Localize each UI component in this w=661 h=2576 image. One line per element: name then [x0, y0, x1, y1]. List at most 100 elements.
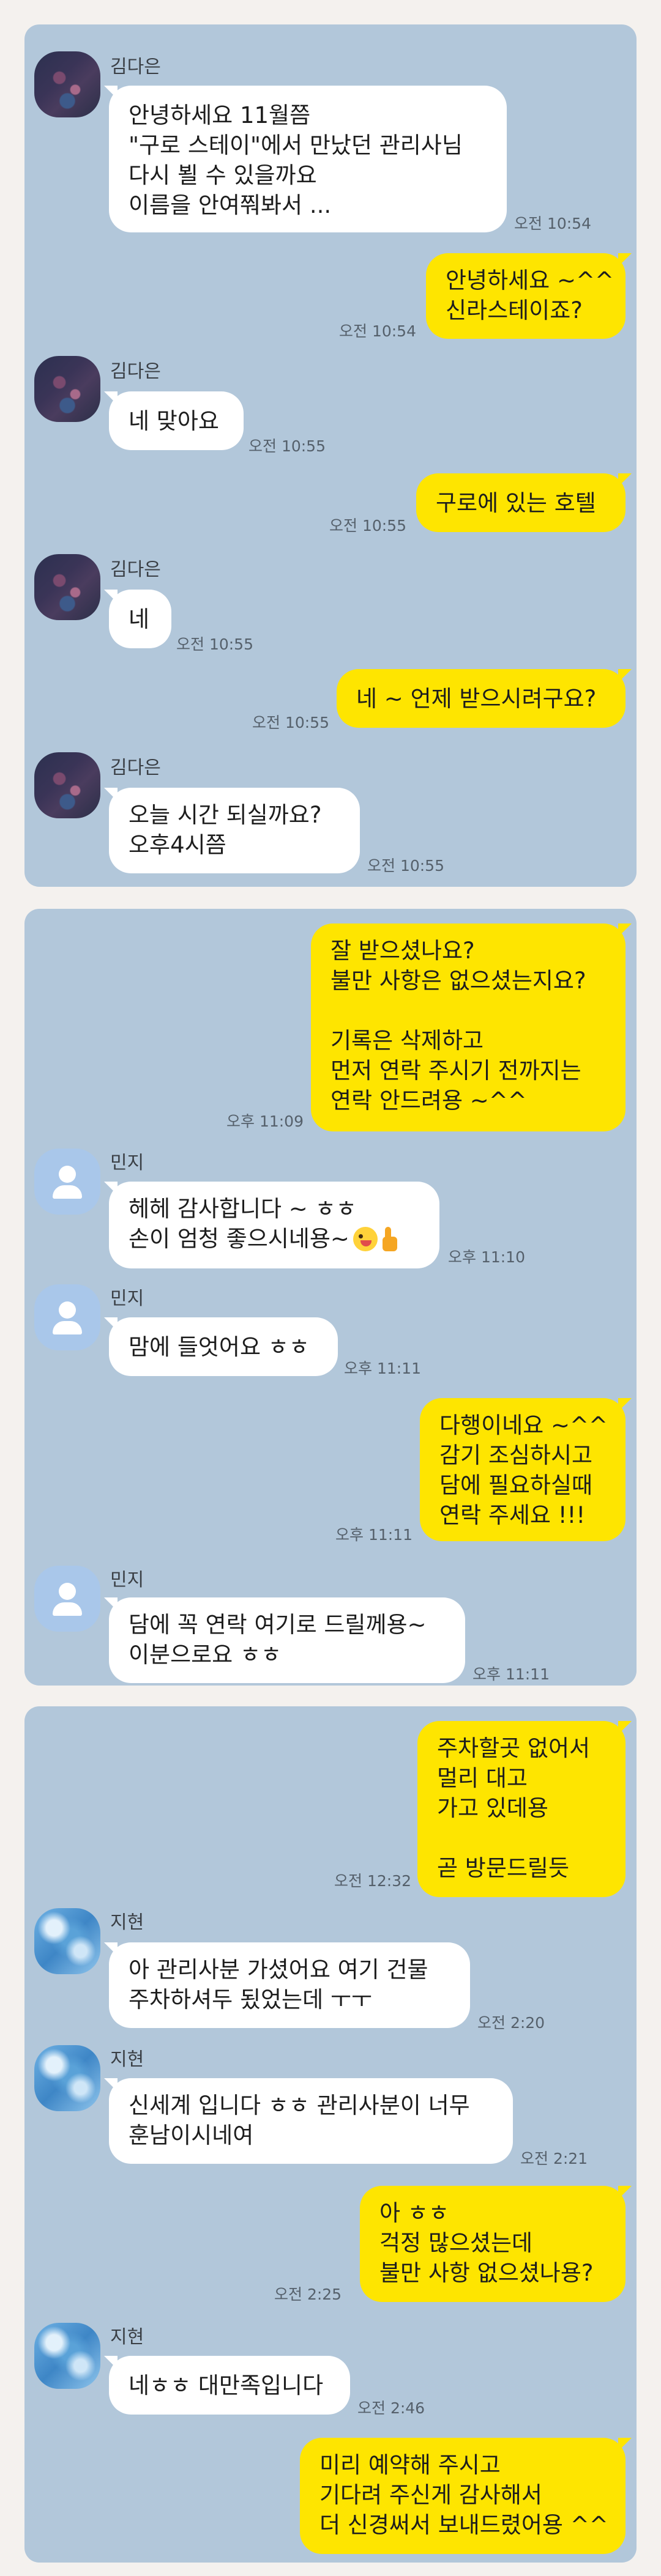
chat-screenshot-1: 김다은 안녕하세요 11월쯤 "구로 스테이"에서 만났던 관리사님 다시 뵐 … [24, 24, 637, 887]
default-person-icon[interactable] [34, 1284, 100, 1350]
message-line: 안녕하세요 11월쯤 [129, 102, 311, 128]
bubble-tail [618, 253, 632, 267]
bubble-tail [618, 2186, 632, 2199]
sender-name: 민지 [110, 1569, 144, 1591]
sender-name: 지현 [110, 2326, 144, 2348]
message-line: 이분으로요 ㅎㅎ [129, 1641, 282, 1668]
default-person-icon[interactable] [34, 1566, 100, 1632]
sender-name: 민지 [110, 1288, 144, 1309]
message-bubble-outgoing[interactable]: 구로에 있는 호텔 [416, 473, 626, 532]
sender-name: 김다은 [110, 56, 161, 78]
message-bubble-incoming[interactable]: 네 [109, 590, 171, 648]
message-bubble-outgoing[interactable]: 다행이네요 ~^^ 감기 조심하시고 담에 필요하실때 연락 주세요 !!! [420, 1398, 626, 1541]
message-line: 아 ㅎㅎ [379, 2200, 449, 2226]
message-line: 다행이네요 ~^^ [439, 1412, 608, 1438]
message-line: 기록은 삭제하고 [330, 1027, 484, 1054]
sender-avatar[interactable] [34, 1908, 100, 1974]
message-time: 오전 10:55 [329, 517, 406, 535]
message-bubble-incoming[interactable]: 아 관리사분 가셨어요 여기 건물 주차하셔두 됬었는데 ㅜㅜ [109, 1942, 470, 2028]
sender-name: 김다은 [110, 757, 161, 779]
message-line: 이름을 안여쭤봐서 ... [129, 192, 332, 218]
message-line: 담에 필요하실때 [439, 1472, 593, 1498]
message-time: 오후 11:11 [472, 1665, 550, 1683]
message-line: 곧 방문드릴듯 [437, 1855, 570, 1881]
message-bubble-incoming[interactable]: 담에 꼭 연락 여기로 드릴께용~ 이분으로요 ㅎㅎ [109, 1597, 465, 1683]
message-line: 더 신경써서 보내드렸어용 ^^ [319, 2512, 608, 2538]
chat-screenshot-3: 주차할곳 없어서 멀리 대고 가고 있데용 곧 방문드릴듯 오전 12:32 지… [24, 1706, 637, 2563]
message-line: 헤헤 감사합니다 ~ ㅎㅎ [129, 1196, 357, 1222]
message-bubble-incoming[interactable]: 오늘 시간 되실까요? 오후4시쯤 [109, 788, 360, 873]
message-line [437, 1823, 590, 1853]
default-person-icon[interactable] [34, 1149, 100, 1215]
message-bubble-outgoing[interactable]: 주차할곳 없어서 멀리 대고 가고 있데용 곧 방문드릴듯 [417, 1721, 626, 1897]
message-time: 오후 11:09 [226, 1112, 304, 1130]
message-line: 네ㅎㅎ 대만족입니다 [129, 2372, 324, 2399]
message-line: 안녕하세요 ~^^ [446, 267, 614, 294]
sender-avatar[interactable] [34, 2323, 100, 2389]
chat-screenshot-2: 잘 받으셨나요? 불만 사항은 없으셨는지요? 기록은 삭제하고 먼저 연락 주… [24, 909, 637, 1686]
message-time: 오전 10:55 [176, 635, 253, 653]
message-bubble-outgoing[interactable]: 잘 받으셨나요? 불만 사항은 없으셨는지요? 기록은 삭제하고 먼저 연락 주… [311, 923, 626, 1131]
message-bubble-incoming[interactable]: 네ㅎㅎ 대만족입니다 [109, 2356, 350, 2415]
sender-avatar[interactable] [34, 2045, 100, 2111]
message-line: "구로 스테이"에서 만났던 관리사님 [129, 132, 463, 158]
message-line: 네 [129, 606, 150, 632]
message-line: 연락 주세요 !!! [439, 1502, 586, 1528]
message-bubble-outgoing[interactable]: 안녕하세요 ~^^ 신라스테이죠? [426, 253, 626, 339]
message-bubble-incoming[interactable]: 신세계 입니다 ㅎㅎ 관리사분이 너무 훈남이시네여 [109, 2078, 513, 2164]
message-bubble-incoming[interactable]: 헤헤 감사합니다 ~ ㅎㅎ 손이 엄청 좋으시네용~ [109, 1182, 439, 1268]
message-bubble-outgoing[interactable]: 네 ~ 언제 받으시려구요? [337, 669, 626, 728]
sender-avatar[interactable] [34, 752, 100, 818]
bubble-tail [618, 473, 632, 487]
message-line: 불만 사항 없으셨나용? [379, 2260, 594, 2286]
sender-name: 지현 [110, 1912, 144, 1933]
message-line: 미리 예약해 주시고 [319, 2452, 501, 2478]
message-bubble-incoming[interactable]: 맘에 들엇어요 ㅎㅎ [109, 1317, 338, 1376]
message-time: 오전 10:55 [248, 437, 326, 455]
sender-name: 김다은 [110, 559, 161, 580]
message-line: 손이 엄청 좋으시네용~ [129, 1226, 349, 1252]
message-time: 오전 2:21 [520, 2150, 588, 2167]
sender-avatar[interactable] [34, 554, 100, 620]
sender-name: 민지 [110, 1152, 144, 1174]
message-line: 담에 꼭 연락 여기로 드릴께용~ [129, 1612, 427, 1638]
message-line: 아 관리사분 가셨어요 여기 건물 [129, 1956, 428, 1983]
message-line: 오늘 시간 되실까요? [129, 802, 322, 828]
bubble-tail [618, 1398, 632, 1412]
message-line: 먼저 연락 주시기 전까지는 [330, 1057, 581, 1084]
sender-avatar[interactable] [34, 356, 100, 422]
message-time: 오후 11:11 [335, 1526, 413, 1544]
message-line: 다시 뵐 수 있을까요 [129, 162, 317, 188]
message-time: 오전 10:55 [367, 857, 444, 875]
message-bubble-incoming[interactable]: 안녕하세요 11월쯤 "구로 스테이"에서 만났던 관리사님 다시 뵐 수 있을… [109, 86, 507, 232]
message-time: 오전 2:46 [357, 2399, 425, 2417]
message-line: 가고 있데용 [437, 1795, 548, 1821]
message-line: 신세계 입니다 ㅎㅎ 관리사분이 너무 [129, 2092, 470, 2119]
message-bubble-outgoing[interactable]: 미리 예약해 주시고 기다려 주신게 감사해서 더 신경써서 보내드렸어용 ^^ [300, 2438, 626, 2554]
message-line: 걱정 많으셨는데 [379, 2230, 533, 2256]
message-bubble-incoming[interactable]: 네 맞아요 [109, 391, 244, 450]
message-line: 주차하셔두 됬었는데 ㅜㅜ [129, 1986, 372, 2013]
sender-avatar[interactable] [34, 51, 100, 117]
message-time: 오전 10:54 [514, 215, 591, 232]
message-time: 오전 10:55 [252, 714, 329, 731]
message-line: 신라스테이죠? [446, 297, 583, 324]
bubble-tail [618, 669, 632, 683]
message-bubble-outgoing[interactable]: 아 ㅎㅎ 걱정 많으셨는데 불만 사항 없으셨나용? [360, 2186, 626, 2302]
message-time: 오전 2:20 [477, 2014, 545, 2032]
message-line: 잘 받으셨나요? [330, 938, 475, 964]
message-line [330, 996, 586, 1026]
message-time: 오전 12:32 [334, 1872, 411, 1890]
message-line: 네 맞아요 [129, 408, 219, 434]
message-time: 오전 10:54 [339, 322, 416, 340]
message-line: 네 ~ 언제 받으시려구요? [356, 686, 597, 712]
message-line: 오후4시쯤 [129, 832, 226, 858]
message-line: 주차할곳 없어서 [437, 1735, 591, 1761]
sender-name: 지현 [110, 2049, 144, 2070]
message-time: 오후 11:10 [448, 1248, 525, 1266]
message-time: 오전 2:25 [274, 2285, 342, 2303]
message-time: 오후 11:11 [344, 1360, 421, 1377]
message-line: 훈남이시네여 [129, 2122, 254, 2149]
message-line: 맘에 들엇어요 ㅎㅎ [129, 1334, 310, 1360]
thumbs-up-emoji [380, 1227, 400, 1251]
